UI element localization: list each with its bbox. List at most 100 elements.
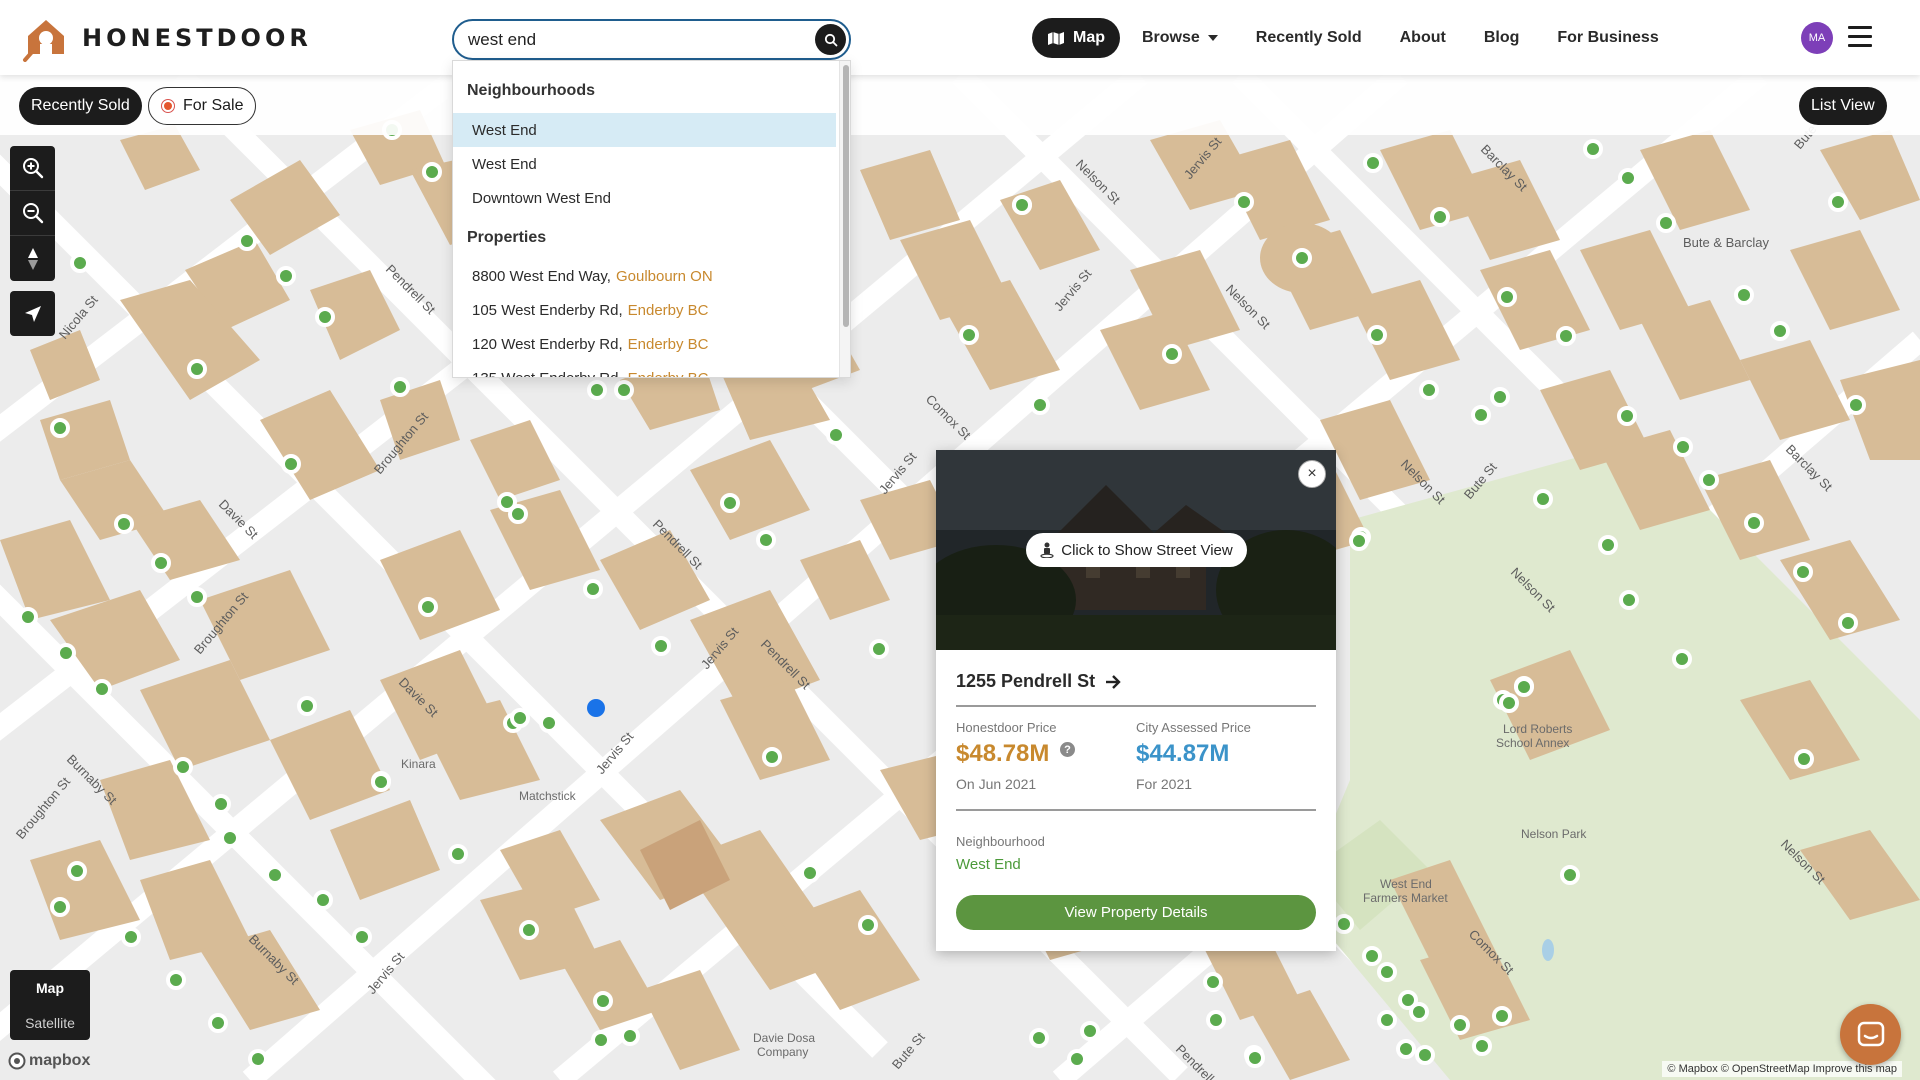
suggestion-label: West End [472,121,537,139]
compass-reset-button[interactable] [10,236,55,281]
svg-text:West End: West End [1380,877,1432,891]
nav-about[interactable]: About [1400,29,1446,47]
svg-text:Matchstick: Matchstick [519,789,577,803]
top-header: HONESTDOOR Map Browse [0,0,1920,75]
svg-text:Kinara: Kinara [401,757,436,771]
suggestion-property[interactable]: 120 West Enderby Rd, Enderby BC [453,327,836,361]
suggestion-address: 120 West Enderby Rd, [472,335,623,353]
chat-icon [1857,1021,1884,1046]
suggestion-label: West End [472,155,537,173]
nav-browse[interactable]: Browse [1142,29,1218,47]
zoom-in-button[interactable] [10,146,55,191]
mapbox-logo[interactable]: mapbox [8,1052,90,1070]
svg-text:Bute & Barclay: Bute & Barclay [1683,235,1769,250]
svg-text:Comox St: Comox St [923,392,974,443]
property-popup: Click to Show Street View × 1255 Pendrel… [936,450,1336,951]
map-zoom-controls [10,146,55,281]
suggestion-city: Enderby BC [627,301,709,319]
nav-map-button[interactable]: Map [1032,18,1120,58]
popup-divider [956,705,1316,707]
map-icon [1048,32,1064,45]
honestdoor-price-date: On Jun 2021 [956,776,1037,792]
svg-text:Nelson Park: Nelson Park [1521,827,1587,841]
search-input[interactable] [468,21,808,58]
suggestion-property[interactable]: 135 West Enderby Rd, Enderby BC [453,361,836,378]
honestdoor-logo[interactable]: HONESTDOOR [22,14,312,62]
filter-for-sale-label: For Sale [183,97,244,114]
park-pond [1542,939,1554,961]
nav-for-business[interactable]: For Business [1557,29,1658,47]
neighbourhood-link[interactable]: West End [956,856,1021,873]
help-icon[interactable]: ? [1060,742,1075,757]
filter-for-sale[interactable]: For Sale [148,87,257,125]
user-avatar[interactable]: MA [1801,22,1833,54]
neighbourhoods-heading: Neighbourhoods [467,82,595,99]
for-sale-dot-icon [161,99,175,113]
suggestion-address: 135 West Enderby Rd, [472,369,623,378]
street-view-label: Click to Show Street View [1061,541,1233,559]
street-view-person-icon [1040,542,1054,558]
suggestion-label: Downtown West End [472,189,611,207]
svg-text:Jervis St: Jervis St [1051,266,1095,314]
svg-text:School Annex: School Annex [1496,736,1569,750]
zoom-in-icon [22,158,43,179]
properties-heading: Properties [467,229,547,246]
suggestion-neighbourhood[interactable]: West End [453,113,836,147]
search-button[interactable] [815,24,846,55]
app-root: Nelson St Jervis St Barclay St Bute St P… [0,0,1920,1080]
house-magnifier-icon [23,20,64,62]
chat-launcher-button[interactable] [1840,1004,1901,1065]
zoom-out-icon [22,203,43,224]
search-suggestions-dropdown: Neighbourhoods West End West End Downtow… [452,60,851,378]
satellite-style-option[interactable]: Satellite [10,1005,90,1040]
svg-text:Davie Dosa: Davie Dosa [753,1031,815,1045]
property-photo[interactable]: Click to Show Street View × [936,450,1336,650]
suggestion-property[interactable]: 8800 West End Way, Goulbourn ON [453,259,836,293]
suggestion-city: Enderby BC [627,369,709,378]
suggestion-address: 8800 West End Way, [472,267,611,285]
compass-icon [27,247,38,270]
search-icon [824,33,837,46]
suggestion-city: Enderby BC [627,335,709,353]
filter-recently-sold[interactable]: Recently Sold [19,87,142,125]
assessed-price-year: For 2021 [1136,776,1193,792]
view-property-details-button[interactable]: View Property Details [956,895,1316,930]
brand-name: HONESTDOOR [82,24,312,52]
popup-divider [956,809,1316,811]
locate-me-button[interactable] [10,291,55,336]
nav-recently-sold[interactable]: Recently Sold [1256,29,1362,47]
suggestion-city: Goulbourn ON [615,267,713,285]
mapbox-wordmark: mapbox [29,1052,91,1069]
suggestion-address: 105 West Enderby Rd, [472,301,623,319]
property-address: 1255 Pendrell St [956,671,1096,691]
nav-blog[interactable]: Blog [1484,29,1520,47]
close-icon[interactable]: × [1298,460,1326,488]
map-style-option[interactable]: Map [10,970,90,1005]
suggestion-neighbourhood[interactable]: Downtown West End [453,181,836,215]
suggestion-property[interactable]: 105 West Enderby Rd, Enderby BC [453,293,836,327]
honestdoor-price-label: Honestdoor Price [956,720,1057,735]
mapbox-icon [8,1052,26,1070]
list-view-button[interactable]: List View [1799,87,1887,125]
property-address-link[interactable]: 1255 Pendrell St [956,671,1121,692]
filter-bar: Recently Sold For Sale List View [0,75,1920,135]
nav-map-label: Map [1073,29,1105,46]
dropdown-scrollbar-thumb[interactable] [843,65,849,327]
assessed-price-label: City Assessed Price [1136,720,1251,735]
svg-text:Bute St: Bute St [889,1029,928,1072]
svg-text:Broughton St: Broughton St [13,774,74,842]
street-view-button[interactable]: Click to Show Street View [1026,533,1247,567]
zoom-out-button[interactable] [10,191,55,236]
suggestion-neighbourhood[interactable]: West End [453,147,836,181]
neighbourhood-label: Neighbourhood [956,834,1045,849]
honestdoor-price-value: $48.78M [956,740,1050,767]
current-location-marker [587,699,605,717]
svg-text:Farmers Market: Farmers Market [1363,891,1448,905]
navigation-arrow-icon [24,305,41,322]
main-nav: Map Browse Recently Sold About Blog For … [1032,18,1697,58]
nav-browse-label: Browse [1142,29,1200,46]
svg-text:Company: Company [757,1045,808,1059]
hamburger-menu-icon[interactable] [1848,26,1872,48]
assessed-price-value: $44.87M [1136,740,1230,767]
arrow-right-icon [1106,674,1121,689]
